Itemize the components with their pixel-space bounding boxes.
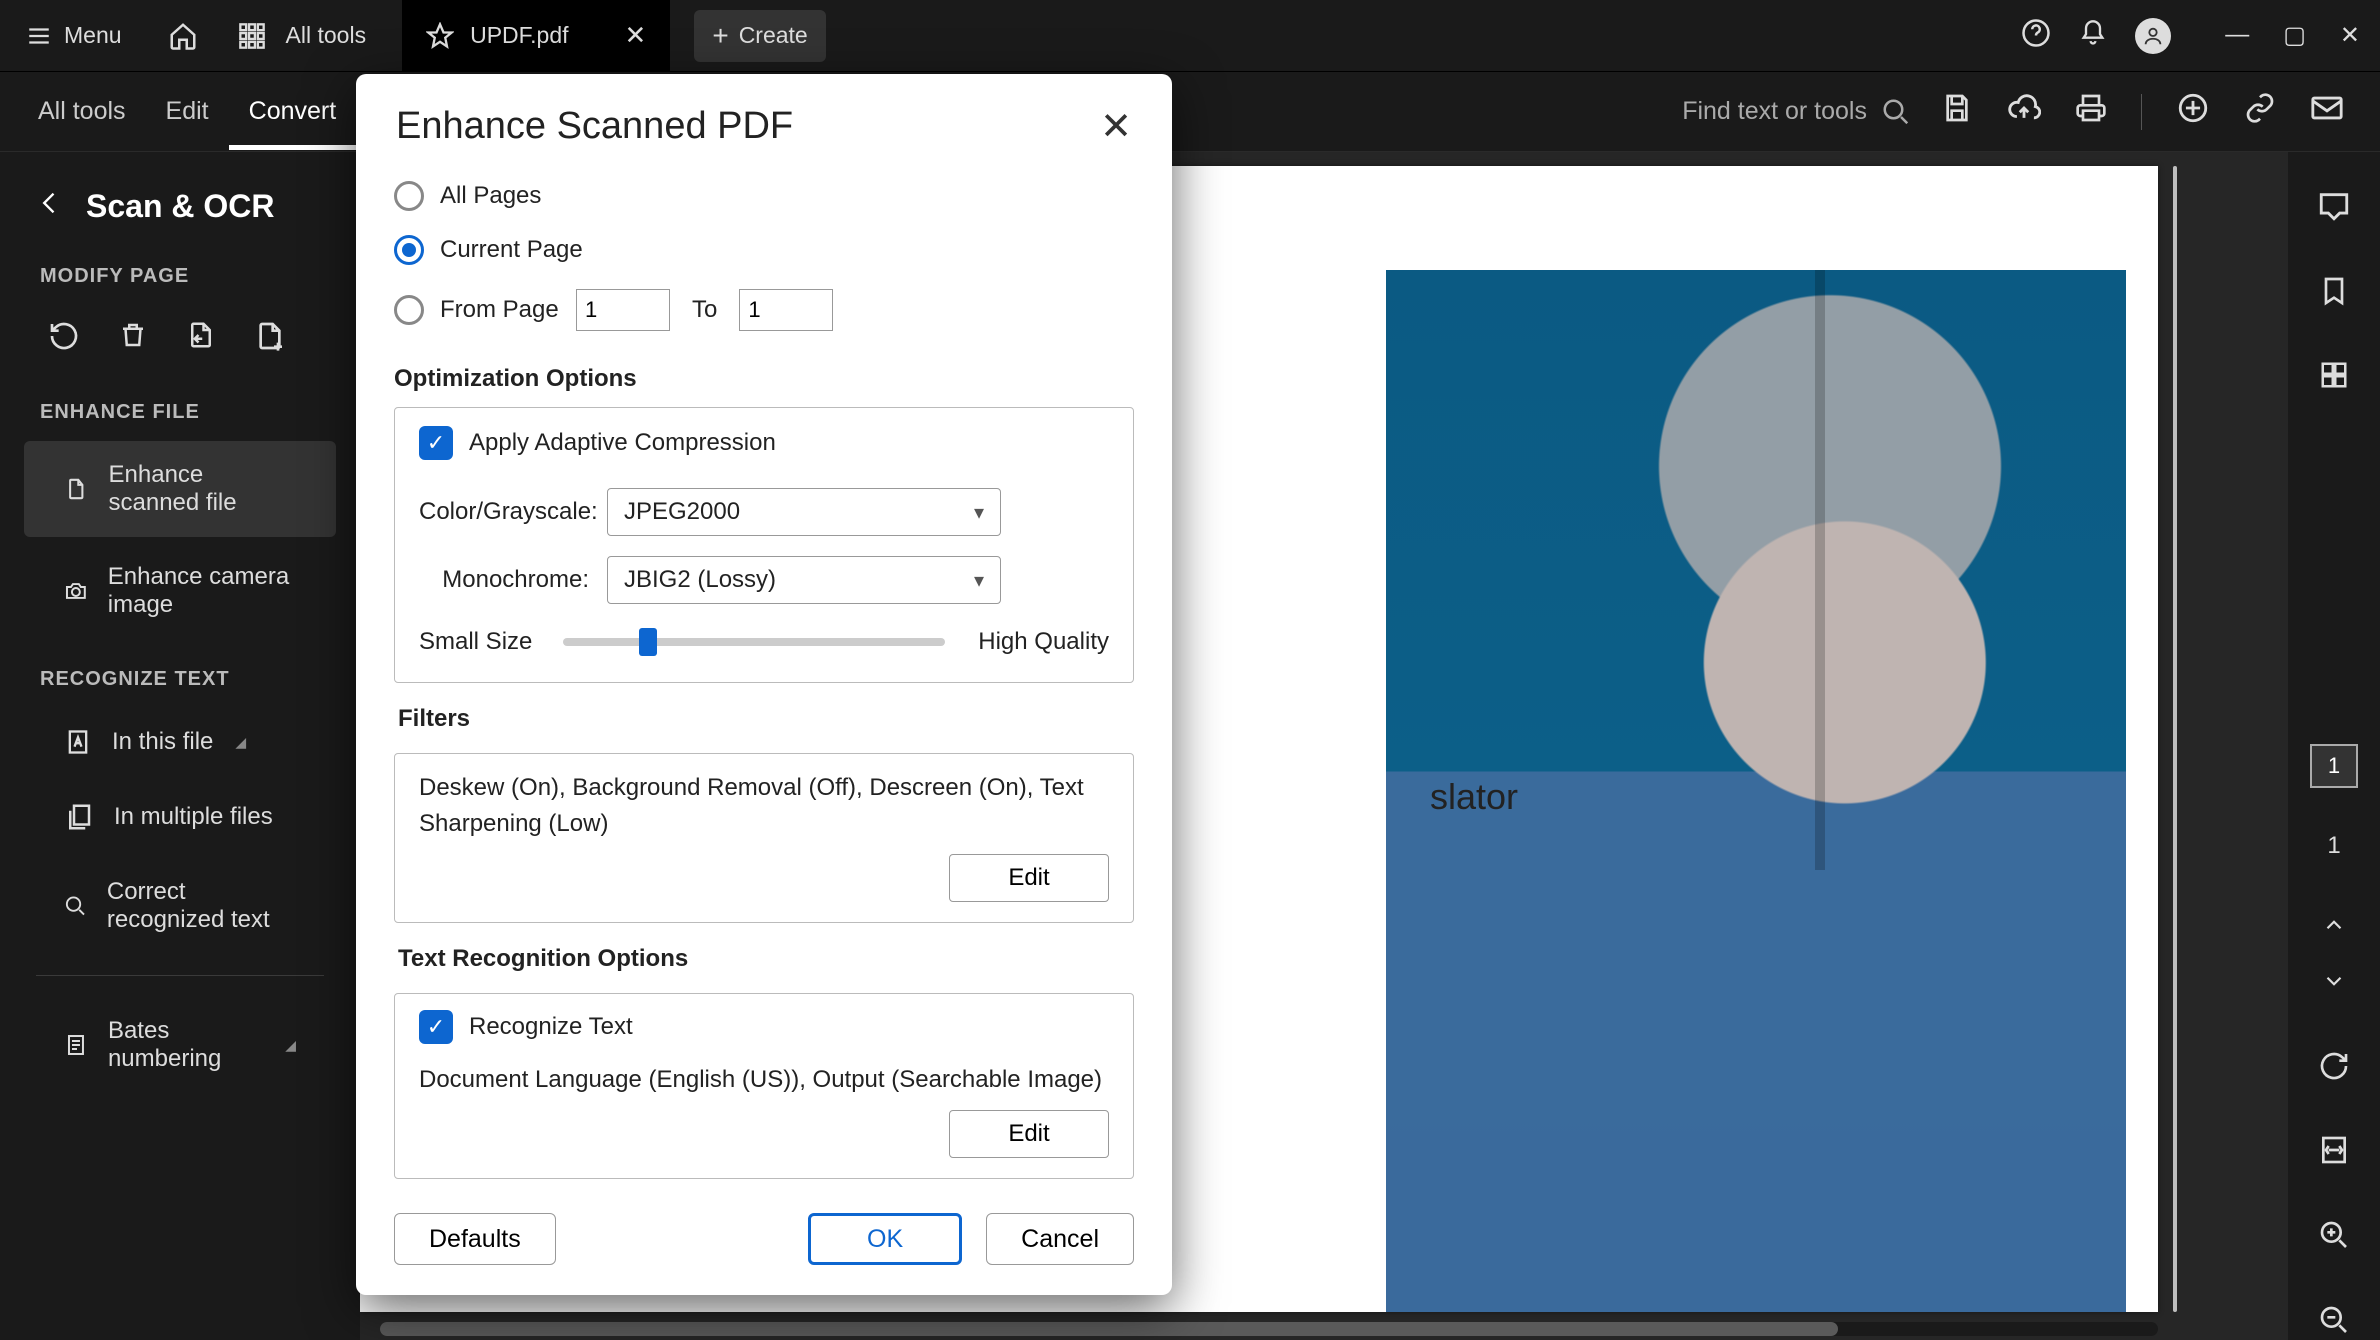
recognize-text-label: Recognize Text (469, 1013, 633, 1041)
color-grayscale-select[interactable]: JPEG2000 ▾ (607, 488, 1001, 536)
modal-backdrop: Enhance Scanned PDF ✕ All Pages Current … (0, 0, 2380, 1340)
dialog-title: Enhance Scanned PDF (396, 105, 793, 148)
chevron-down-icon: ▾ (974, 500, 984, 525)
monochrome-select[interactable]: JBIG2 (Lossy) ▾ (607, 556, 1001, 604)
defaults-button[interactable]: Defaults (394, 1213, 556, 1265)
recognize-text-checkbox[interactable]: ✓ (419, 1010, 453, 1044)
high-quality-label: High Quality (969, 628, 1109, 656)
color-grayscale-label: Color/Grayscale: (419, 498, 589, 526)
from-page-input[interactable] (576, 289, 670, 331)
text-recognition-title: Text Recognition Options (394, 923, 1134, 983)
radio-all-pages-label: All Pages (440, 182, 541, 210)
quality-slider[interactable] (563, 638, 945, 646)
monochrome-value: JBIG2 (Lossy) (624, 566, 776, 594)
optimization-title: Optimization Options (394, 343, 1134, 403)
to-page-input[interactable] (739, 289, 833, 331)
text-recognition-summary: Document Language (English (US)), Output… (419, 1062, 1109, 1110)
adaptive-compression-label: Apply Adaptive Compression (469, 429, 776, 457)
radio-current-page[interactable] (394, 235, 424, 265)
filters-summary: Deskew (On), Background Removal (Off), D… (419, 770, 1109, 854)
cancel-button[interactable]: Cancel (986, 1213, 1134, 1265)
monochrome-label: Monochrome: (419, 566, 589, 594)
adaptive-compression-checkbox[interactable]: ✓ (419, 426, 453, 460)
color-grayscale-value: JPEG2000 (624, 498, 740, 526)
filters-edit-button[interactable]: Edit (949, 854, 1109, 902)
small-size-label: Small Size (419, 628, 539, 656)
radio-all-pages[interactable] (394, 181, 424, 211)
filters-title: Filters (394, 683, 1134, 743)
enhance-scanned-dialog: Enhance Scanned PDF ✕ All Pages Current … (356, 74, 1172, 1295)
dialog-close-icon[interactable]: ✕ (1100, 104, 1132, 149)
text-recognition-edit-button[interactable]: Edit (949, 1110, 1109, 1158)
quality-slider-thumb[interactable] (639, 628, 657, 656)
ok-button[interactable]: OK (808, 1213, 962, 1265)
radio-current-page-label: Current Page (440, 236, 583, 264)
radio-from-page-label: From Page (440, 296, 560, 324)
radio-from-page[interactable] (394, 295, 424, 325)
chevron-down-icon: ▾ (974, 568, 984, 593)
to-label: To (686, 296, 723, 324)
